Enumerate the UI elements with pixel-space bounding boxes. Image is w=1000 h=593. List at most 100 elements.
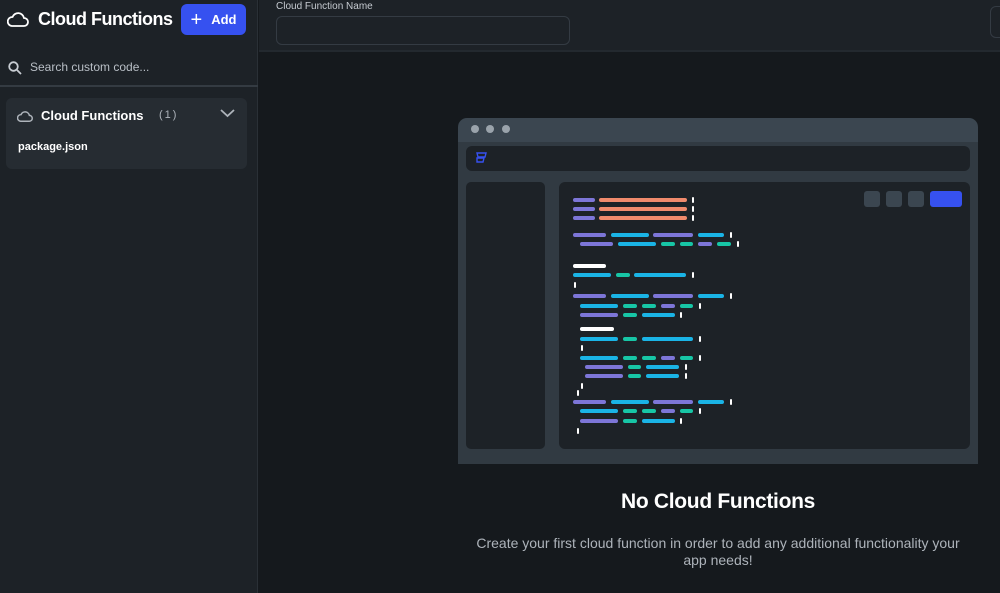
code-token: [680, 356, 693, 360]
code-token: [573, 273, 611, 277]
code-token: [661, 409, 675, 413]
code-token: [661, 304, 675, 308]
function-name-label: Cloud Function Name: [276, 1, 373, 12]
code-token: [730, 232, 732, 238]
code-editor-illustration: [458, 118, 978, 464]
code-token: [585, 374, 623, 378]
code-token: [573, 233, 606, 237]
code-token: [581, 345, 583, 351]
code-token: [580, 419, 618, 423]
illustration-editor: [559, 182, 970, 449]
code-token: [692, 215, 694, 221]
chevron-down-icon[interactable]: [220, 108, 235, 118]
code-token: [580, 327, 614, 331]
code-token: [692, 197, 694, 203]
window-dot: [502, 125, 510, 133]
code-token: [580, 337, 618, 341]
code-token: [577, 390, 579, 396]
code-token: [611, 294, 649, 298]
code-token: [661, 242, 675, 246]
cloud-icon: [7, 12, 29, 27]
code-token: [692, 206, 694, 212]
code-token: [680, 418, 682, 424]
code-token: [699, 336, 701, 342]
code-token: [642, 419, 675, 423]
code-token: [623, 304, 637, 308]
code-token: [634, 273, 686, 277]
toolbar-button[interactable]: [990, 6, 1000, 38]
function-name-input[interactable]: [276, 16, 570, 45]
code-token: [698, 400, 724, 404]
cloud-icon: [17, 111, 33, 122]
group-title: Cloud Functions: [41, 108, 144, 123]
code-token: [611, 233, 649, 237]
code-token: [580, 409, 618, 413]
code-token: [680, 242, 693, 246]
code-token: [680, 304, 693, 308]
code-token: [616, 273, 630, 277]
code-token: [699, 355, 701, 361]
file-item[interactable]: package.json: [18, 141, 88, 153]
code-token: [623, 356, 637, 360]
code-token: [623, 409, 637, 413]
code-token: [661, 356, 675, 360]
code-token: [653, 233, 693, 237]
window-dot: [471, 125, 479, 133]
code-token: [580, 313, 618, 317]
code-token: [642, 337, 693, 341]
code-token: [580, 356, 618, 360]
empty-state-title: No Cloud Functions: [620, 490, 816, 513]
code-token: [628, 374, 641, 378]
code-token: [580, 242, 613, 246]
code-token: [699, 303, 701, 309]
code-token: [698, 294, 724, 298]
code-token: [623, 313, 637, 317]
code-token: [574, 282, 576, 288]
illustration-button: [886, 191, 902, 207]
code-token: [699, 408, 701, 414]
code-token: [680, 409, 693, 413]
cloud-functions-group: Cloud Functions (1) package.json: [6, 98, 247, 169]
code-token: [685, 373, 687, 379]
sidebar-header: Cloud Functions + Add: [0, 0, 258, 40]
code-token: [653, 400, 693, 404]
sidebar-title: Cloud Functions: [38, 9, 173, 29]
code-token: [646, 374, 679, 378]
code-token: [730, 399, 732, 405]
code-token: [698, 242, 712, 246]
code-token: [611, 400, 649, 404]
code-token: [577, 428, 579, 434]
code-token: [646, 365, 679, 369]
code-token: [573, 216, 595, 220]
code-token: [623, 419, 637, 423]
search-bar: [0, 55, 258, 87]
sidebar: Cloud Functions + Add Cloud Functions (1)…: [0, 0, 258, 593]
code-token: [642, 304, 656, 308]
code-token: [717, 242, 731, 246]
code-token: [573, 264, 606, 268]
code-token: [737, 241, 739, 247]
code-token: [580, 304, 618, 308]
top-bar: Cloud Function Name: [259, 0, 1000, 52]
code-token: [599, 198, 687, 202]
group-count: (1): [159, 109, 179, 121]
search-input[interactable]: [30, 60, 250, 74]
illustration-button: [864, 191, 880, 207]
plus-icon: +: [190, 8, 203, 31]
code-token: [599, 207, 687, 211]
code-token: [618, 242, 656, 246]
code-token: [685, 364, 687, 370]
code-token: [573, 294, 606, 298]
illustration-button-primary: [930, 191, 962, 207]
code-token: [573, 400, 606, 404]
search-icon: [8, 61, 22, 75]
code-token: [642, 409, 656, 413]
illustration-button: [908, 191, 924, 207]
add-label: Add: [211, 12, 237, 27]
code-token: [573, 207, 595, 211]
code-token: [581, 383, 583, 389]
code-token: [599, 216, 687, 220]
code-token: [642, 356, 656, 360]
code-token: [628, 365, 641, 369]
add-button[interactable]: + Add: [181, 4, 246, 35]
